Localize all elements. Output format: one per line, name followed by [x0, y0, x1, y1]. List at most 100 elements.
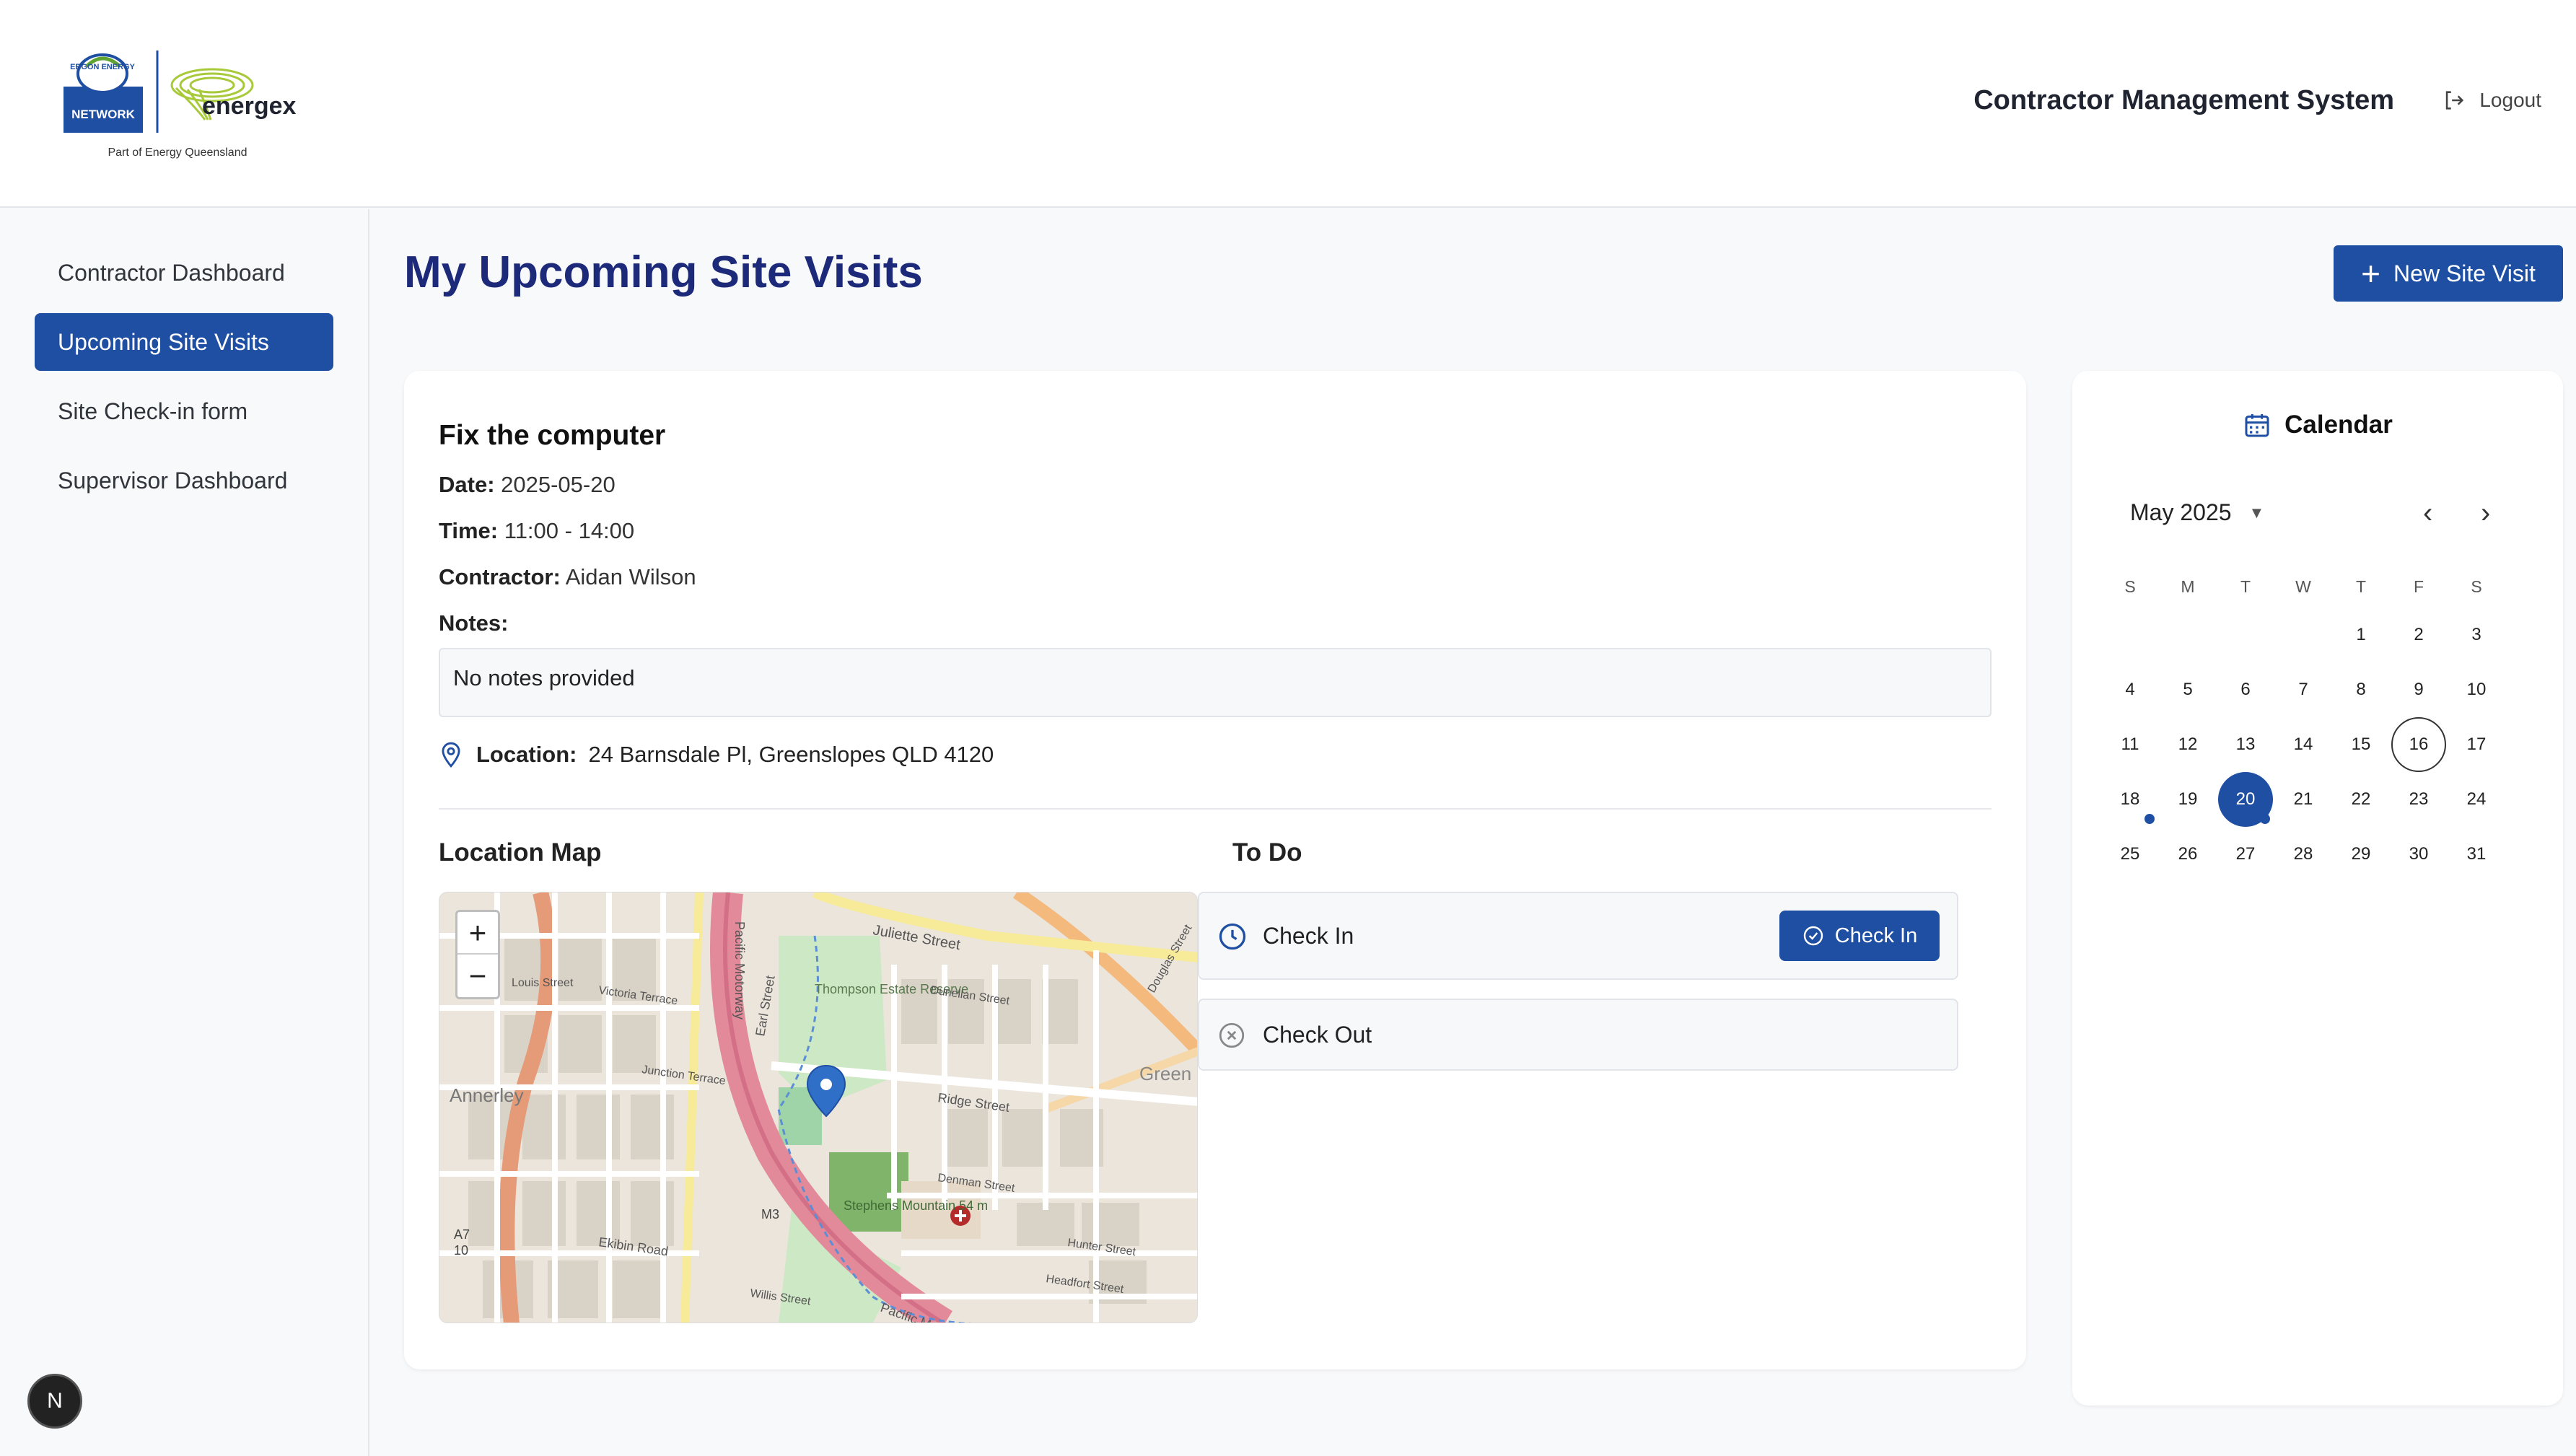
sidebar-item-upcoming-site-visits[interactable]: Upcoming Site Visits: [35, 313, 333, 371]
prev-month-button[interactable]: ‹: [2423, 499, 2432, 527]
check-in-button[interactable]: Check In: [1779, 911, 1940, 961]
weekday-header: S: [2471, 577, 2482, 596]
check-circle-icon: [1803, 926, 1823, 946]
weekday-header: F: [2413, 577, 2424, 596]
calendar-day[interactable]: 28: [2276, 827, 2331, 882]
system-title: Contractor Management System: [1973, 85, 2394, 115]
calendar-day[interactable]: 2: [2391, 608, 2446, 662]
calendar-panel: Calendar May 2025 ▼ ‹ › SMTWTFS123456789…: [2072, 371, 2563, 1405]
sidebar-item-label: Supervisor Dashboard: [58, 467, 288, 494]
new-site-visit-label: New Site Visit: [2393, 260, 2536, 286]
logo-top-line: ERGON ENERGY: [70, 63, 136, 71]
calendar-day[interactable]: 17: [2449, 717, 2504, 772]
weekday-header: W: [2295, 577, 2311, 596]
calendar-day[interactable]: 10: [2449, 662, 2504, 717]
map-zoom-control: + −: [455, 910, 500, 999]
calendar-day[interactable]: 31: [2449, 827, 2504, 882]
zoom-in-button[interactable]: +: [457, 912, 498, 955]
dev-tools-badge[interactable]: N: [27, 1374, 82, 1429]
calendar-day[interactable]: 4: [2103, 662, 2157, 717]
notes-label: Notes:: [439, 610, 508, 636]
map-label-annerley: Annerley: [450, 1084, 524, 1106]
logo-tagline: Part of Energy Queensland: [108, 146, 247, 159]
todo-check-in: Check In Check In: [1198, 892, 1958, 980]
map-label-pacific-motorway: Pacific Motorway: [732, 921, 747, 1019]
calendar-day[interactable]: 24: [2449, 772, 2504, 827]
time-label: Time:: [439, 518, 499, 543]
logout-label: Logout: [2479, 89, 2541, 111]
map-label-m3: M3: [761, 1207, 779, 1222]
calendar-icon: [2245, 414, 2269, 437]
map-label-stephens-mountain: Stephens Mountain 54 m: [844, 1198, 988, 1213]
month-label: May 2025: [2130, 499, 2232, 525]
clock-icon: [1219, 923, 1246, 950]
calendar-day[interactable]: 9: [2391, 662, 2446, 717]
calendar-day[interactable]: 6: [2218, 662, 2273, 717]
sidebar-item-supervisor-dashboard[interactable]: Supervisor Dashboard: [35, 452, 333, 509]
calendar-day[interactable]: 3: [2449, 608, 2504, 662]
calendar-day[interactable]: 16: [2391, 717, 2446, 772]
calendar-day[interactable]: 26: [2160, 827, 2215, 882]
logo-energex-text: energex: [202, 92, 296, 120]
visit-contractor: Contractor: Aidan Wilson: [439, 564, 696, 590]
sidebar-item-label: Contractor Dashboard: [58, 259, 285, 286]
visit-location: Location: 24 Barnsdale Pl, Greenslopes Q…: [437, 740, 994, 769]
calendar-day[interactable]: 30: [2391, 827, 2446, 882]
calendar-day[interactable]: 19: [2160, 772, 2215, 827]
next-month-button[interactable]: ›: [2481, 499, 2490, 527]
map-label-10: 10: [454, 1243, 468, 1258]
plus-icon: +: [2361, 255, 2381, 292]
calendar-day[interactable]: 1: [2334, 608, 2388, 662]
sidebar: Contractor Dashboard Upcoming Site Visit…: [0, 209, 369, 1456]
todo-check-out: Check Out: [1198, 999, 1958, 1071]
logo-network-text: NETWORK: [71, 108, 136, 121]
calendar-day[interactable]: 23: [2391, 772, 2446, 827]
site-visit-card: Fix the computer Date: 2025-05-20 Time: …: [404, 371, 2026, 1369]
location-map[interactable]: Juliette Street Thompson Estate Reserve …: [439, 892, 1198, 1323]
location-pin-icon: [442, 742, 460, 768]
calendar-day[interactable]: 21: [2276, 772, 2331, 827]
weekday-header: M: [2181, 577, 2195, 596]
month-selector[interactable]: May 2025 ▼: [2130, 499, 2264, 526]
todo-check-out-label: Check Out: [1263, 1021, 1372, 1048]
map-label-louis-street: Louis Street: [512, 977, 574, 989]
sidebar-item-label: Upcoming Site Visits: [58, 328, 269, 355]
calendar-day[interactable]: 5: [2160, 662, 2215, 717]
todo-title: To Do: [1232, 838, 1302, 867]
chevron-down-icon: ▼: [2248, 503, 2265, 522]
calendar-day[interactable]: 12: [2160, 717, 2215, 772]
weekday-header: S: [2124, 577, 2136, 596]
map-label-green: Green: [1139, 1063, 1191, 1084]
location-label: Location:: [476, 742, 577, 767]
location-map-title: Location Map: [439, 838, 602, 867]
calendar-day[interactable]: 13: [2218, 717, 2273, 772]
calendar-day[interactable]: 22: [2334, 772, 2388, 827]
weekday-header: T: [2355, 577, 2367, 596]
calendar-day[interactable]: 11: [2103, 717, 2157, 772]
company-logo: ERGON ENERGY NETWORK energex Part of Ene…: [61, 45, 306, 167]
calendar-day[interactable]: 15: [2334, 717, 2388, 772]
calendar-day[interactable]: 7: [2276, 662, 2331, 717]
sidebar-item-contractor-dashboard[interactable]: Contractor Dashboard: [35, 244, 333, 302]
calendar-header: Calendar: [2072, 410, 2563, 440]
logout-button[interactable]: Logout: [2442, 88, 2541, 113]
new-site-visit-button[interactable]: + New Site Visit: [2334, 245, 2563, 302]
event-indicator-dot: [2260, 814, 2270, 824]
sidebar-item-label: Site Check-in form: [58, 398, 248, 424]
calendar-day[interactable]: 8: [2334, 662, 2388, 717]
page-title: My Upcoming Site Visits: [404, 247, 923, 297]
zoom-out-button[interactable]: −: [457, 955, 498, 997]
contractor-label: Contractor:: [439, 564, 561, 589]
calendar-day[interactable]: 27: [2218, 827, 2273, 882]
calendar-day[interactable]: 29: [2334, 827, 2388, 882]
sidebar-item-site-check-in-form[interactable]: Site Check-in form: [35, 382, 333, 440]
ergon-energex-logo-graphic: ERGON ENERGY NETWORK energex Part of Ene…: [63, 51, 296, 159]
calendar-day[interactable]: 25: [2103, 827, 2157, 882]
location-value: 24 Barnsdale Pl, Greenslopes QLD 4120: [588, 742, 994, 767]
visit-time: Time: 11:00 - 14:00: [439, 518, 634, 544]
time-value: 11:00 - 14:00: [504, 518, 635, 543]
date-value: 2025-05-20: [501, 472, 615, 497]
visit-title: Fix the computer: [439, 420, 666, 451]
contractor-value: Aidan Wilson: [565, 564, 696, 589]
calendar-day[interactable]: 14: [2276, 717, 2331, 772]
